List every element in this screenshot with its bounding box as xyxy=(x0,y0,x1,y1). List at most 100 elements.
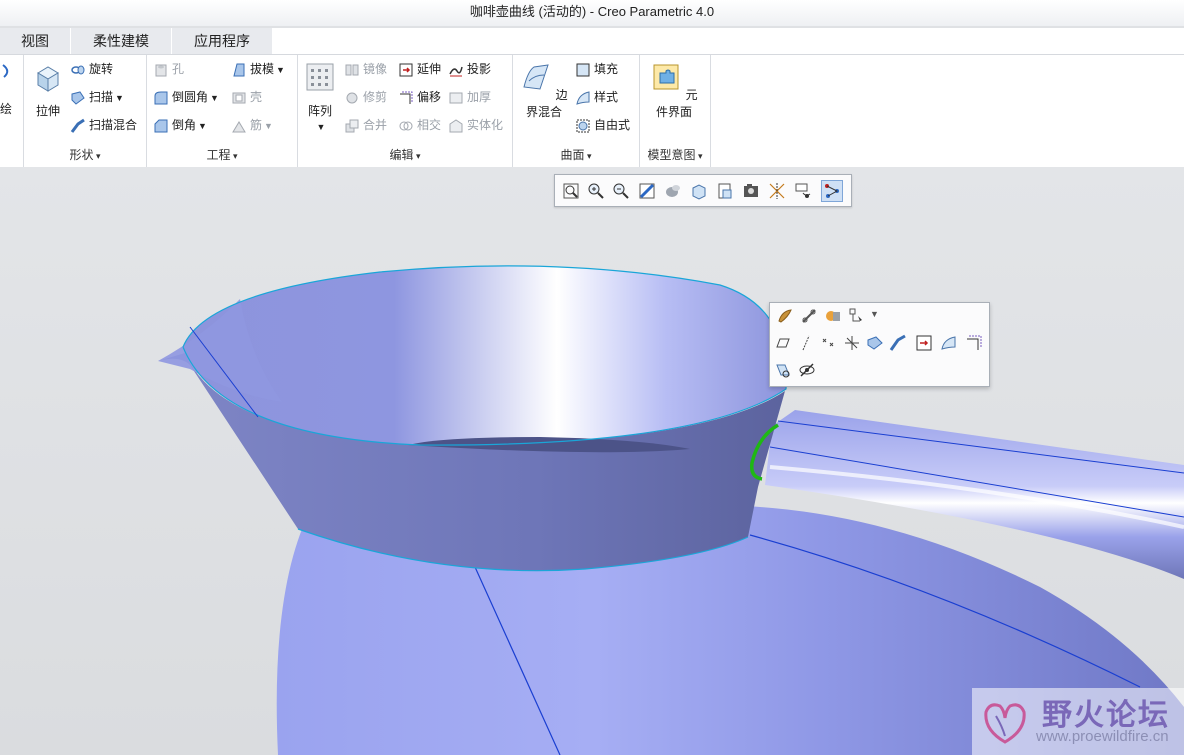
repaint-icon[interactable] xyxy=(637,181,657,201)
engineering-group-label[interactable]: 工程 xyxy=(147,146,297,163)
plane-icon[interactable] xyxy=(774,334,792,352)
ribbon-group-shape: 拉伸 旋转 扫描 ▼ 扫描混合 形状 xyxy=(24,55,147,167)
extrude-icon xyxy=(37,66,59,92)
watermark-url: www.proewildfire.cn xyxy=(1036,728,1169,745)
saved-orientations-icon[interactable] xyxy=(715,181,735,201)
watermark: 野火论坛 www.proewildfire.cn xyxy=(972,688,1184,755)
point-icon[interactable] xyxy=(820,334,838,352)
selection-mini-toolbar: ▼ xyxy=(769,302,990,387)
solidify-button[interactable]: 实体化 xyxy=(448,115,503,135)
sketch-icon xyxy=(2,64,9,78)
window-title: 咖啡壶曲线 (活动的) - Creo Parametric 4.0 xyxy=(0,0,1184,26)
offset-icon xyxy=(400,91,413,104)
zoom-out-icon[interactable] xyxy=(611,181,631,201)
chamfer-button[interactable]: 倒角 ▼ xyxy=(153,115,207,135)
pattern-icon xyxy=(306,63,334,91)
intersect-icon xyxy=(399,121,413,131)
intersect-button[interactable]: 相交 xyxy=(398,115,441,135)
shade-icon[interactable] xyxy=(824,307,842,325)
freestyle-icon xyxy=(576,119,590,133)
draft-icon xyxy=(233,63,245,77)
rib-button[interactable]: 筋 ▼ xyxy=(231,115,273,135)
sweep-icon[interactable] xyxy=(866,334,884,352)
surfaces-group-label[interactable]: 曲面 xyxy=(513,146,639,163)
ribbon-tabs: 视图 柔性建模 应用程序 xyxy=(0,28,1184,54)
round-button[interactable]: 倒圆角 ▼ xyxy=(153,87,219,107)
shell-button[interactable]: 壳 xyxy=(231,87,262,107)
ribbon: 绘 拉伸 旋转 扫描▼ 扫描混合 形状 孔 拔模▼ 倒圆 xyxy=(0,54,1184,168)
revolve-button[interactable]: 旋转 xyxy=(70,59,113,79)
pattern-dropdown-icon[interactable]: ▼ xyxy=(317,122,326,132)
ribbon-group-engineering: 孔 拔模 ▼ 倒圆角 ▼ 壳 倒角 ▼ 筋 ▼ 工程 xyxy=(147,55,298,167)
perspective-icon[interactable] xyxy=(663,181,683,201)
tab-view[interactable]: 视图 xyxy=(0,28,71,54)
graphics-area[interactable]: 野火论坛 www.proewildfire.cn xyxy=(0,167,1184,755)
boundary-icon[interactable] xyxy=(889,334,907,352)
extrude-button[interactable]: 拉伸 xyxy=(30,61,66,119)
style-button[interactable]: 样式 xyxy=(575,87,618,107)
tab-flexible-modeling[interactable]: 柔性建模 xyxy=(71,28,172,54)
datum-display-icon[interactable] xyxy=(767,181,787,201)
project-button[interactable]: 投影 xyxy=(448,59,491,79)
fill-icon[interactable] xyxy=(940,334,958,352)
extrude-label: 拉伸 xyxy=(35,104,60,118)
fill-button[interactable]: 填充 xyxy=(575,59,618,79)
annotation-display-icon[interactable] xyxy=(793,181,813,201)
freestyle-button[interactable]: 自由式 xyxy=(575,115,630,135)
zoom-in-icon[interactable] xyxy=(586,181,606,201)
editing-group-label[interactable]: 编辑 xyxy=(298,146,512,163)
collar-inner-surface[interactable] xyxy=(183,265,787,446)
coffee-pot-model[interactable] xyxy=(0,167,1184,755)
csys-icon[interactable] xyxy=(843,334,861,352)
visibility-icon[interactable] xyxy=(798,361,816,379)
appearance-icon[interactable] xyxy=(776,307,794,325)
chain-icon[interactable] xyxy=(800,307,818,325)
swept-blend-icon xyxy=(70,118,85,133)
boundary-blend-button[interactable]: 边界混合 xyxy=(517,61,571,120)
graphics-toolbar xyxy=(554,174,852,207)
extend-button[interactable]: 延伸 xyxy=(398,59,441,79)
extend-icon xyxy=(399,63,413,77)
revolve-icon xyxy=(71,65,85,75)
solidify-icon xyxy=(449,119,463,133)
draft-button[interactable]: 拔模 ▼ xyxy=(231,59,285,79)
offset-button[interactable]: 偏移 xyxy=(398,87,441,107)
extend-icon[interactable] xyxy=(915,334,933,352)
tab-applications[interactable]: 应用程序 xyxy=(172,28,273,54)
sweep-button[interactable]: 扫描 ▼ xyxy=(70,87,124,107)
trim-button[interactable]: 修剪 xyxy=(344,87,387,107)
view-manager-icon[interactable] xyxy=(741,181,761,201)
sketch-label[interactable]: 绘 xyxy=(0,99,12,119)
trim-icon xyxy=(346,92,358,104)
mirror-button[interactable]: 镜像 xyxy=(344,59,387,79)
thicken-icon xyxy=(449,92,463,104)
fill-icon xyxy=(576,63,590,77)
pattern-label: 阵列 xyxy=(307,104,332,118)
hole-icon xyxy=(155,64,167,77)
component-interface-icon xyxy=(653,64,679,90)
forum-logo-icon xyxy=(984,703,1026,744)
shape-group-label[interactable]: 形状 xyxy=(24,146,146,163)
spin-center-icon[interactable] xyxy=(821,180,843,202)
boundary-blend-icon xyxy=(523,64,550,90)
display-style-icon[interactable] xyxy=(689,181,709,201)
refit-icon[interactable] xyxy=(561,181,581,201)
model-intent-group-label[interactable]: 模型意图 xyxy=(640,146,710,163)
shell-icon xyxy=(232,92,246,104)
offset-icon[interactable] xyxy=(965,334,983,352)
selection-filter-dropdown-icon[interactable]: ▼ xyxy=(870,309,879,319)
hole-button[interactable]: 孔 xyxy=(153,59,184,79)
swept-blend-button[interactable]: 扫描混合 xyxy=(70,115,137,135)
selection-filter-icon[interactable] xyxy=(848,307,866,325)
axis-icon[interactable] xyxy=(797,334,815,352)
ribbon-group-model-intent: 元件界面 模型意图 xyxy=(640,55,711,167)
component-interface-button[interactable]: 元件界面 xyxy=(646,61,702,120)
hide-icon[interactable] xyxy=(774,361,792,379)
merge-button[interactable]: 合并 xyxy=(344,115,387,135)
thicken-button[interactable]: 加厚 xyxy=(448,87,491,107)
ribbon-group-datum-cut: 绘 xyxy=(0,55,24,167)
ribbon-group-surfaces: 边界混合 填充 样式 自由式 曲面 xyxy=(513,55,640,167)
ribbon-group-editing: 阵列 ▼ 镜像 延伸 投影 修剪 偏移 加厚 合并 相交 实体化 编辑 xyxy=(298,55,513,167)
merge-icon xyxy=(345,119,359,133)
pattern-button[interactable]: 阵列 ▼ xyxy=(302,61,338,133)
